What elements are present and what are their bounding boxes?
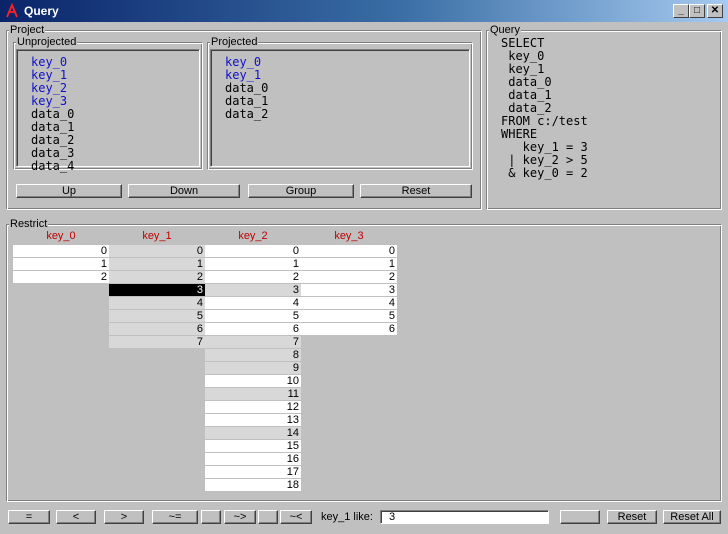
value-cell[interactable]: 1: [205, 258, 301, 271]
value-cell[interactable]: 4: [301, 297, 397, 310]
like-label: key_1 like:: [321, 511, 373, 523]
like-input[interactable]: 3: [380, 510, 549, 524]
column-header-key_3[interactable]: key_3: [301, 230, 397, 242]
list-item[interactable]: data_2: [225, 108, 268, 121]
app-icon: [6, 3, 18, 18]
down-button[interactable]: Down: [128, 184, 240, 198]
operator-button[interactable]: =: [8, 510, 50, 524]
up-button[interactable]: Up: [16, 184, 122, 198]
window-title: Query: [24, 4, 59, 18]
operator-button[interactable]: >: [104, 510, 144, 524]
operator-button[interactable]: [258, 510, 278, 524]
restrict-group-label: Restrict: [9, 218, 49, 230]
value-cell[interactable]: 15: [205, 440, 301, 453]
column-header-key_1[interactable]: key_1: [109, 230, 205, 242]
projected-group: Projected key_0 key_1 data_0 data_1 data_2: [207, 36, 473, 170]
value-cell[interactable]: 0: [301, 245, 397, 258]
value-cell[interactable]: 2: [301, 271, 397, 284]
value-cell[interactable]: 4: [109, 297, 205, 310]
operator-button[interactable]: ~<: [280, 510, 312, 524]
value-cell[interactable]: 3: [109, 284, 205, 297]
projected-label: Projected: [210, 36, 259, 48]
value-cell[interactable]: 6: [301, 323, 397, 336]
blank-button[interactable]: [560, 510, 600, 524]
value-cell[interactable]: 7: [109, 336, 205, 349]
project-group: Project Unprojected key_0 key_1 key_2 key_3…: [6, 24, 482, 210]
value-cell[interactable]: 11: [205, 388, 301, 401]
value-cell[interactable]: 4: [205, 297, 301, 310]
value-cell[interactable]: 2: [13, 271, 109, 284]
project-group-label: Project: [9, 24, 46, 36]
column-header-key_0[interactable]: key_0: [13, 230, 109, 242]
value-cell[interactable]: 18: [205, 479, 301, 492]
projected-list[interactable]: key_0 key_1 data_0 data_1 data_2: [210, 49, 470, 167]
reset-all-button[interactable]: Reset All: [663, 510, 721, 524]
operator-button[interactable]: <: [56, 510, 96, 524]
maximize-button[interactable]: □: [689, 4, 705, 18]
maximize-icon: □: [693, 5, 701, 16]
value-cell[interactable]: 16: [205, 453, 301, 466]
value-cell[interactable]: 2: [205, 271, 301, 284]
value-cell[interactable]: 0: [109, 245, 205, 258]
value-cell[interactable]: 6: [205, 323, 301, 336]
query-line: & key_0 = 2: [501, 166, 588, 180]
group-button[interactable]: Group: [248, 184, 354, 198]
value-cell[interactable]: 5: [301, 310, 397, 323]
value-cell[interactable]: 8: [205, 349, 301, 362]
operator-button[interactable]: [201, 510, 221, 524]
value-cell[interactable]: 0: [205, 245, 301, 258]
close-icon: ✕: [710, 5, 720, 16]
close-button[interactable]: ✕: [707, 4, 723, 18]
value-cell[interactable]: 13: [205, 414, 301, 427]
value-cell[interactable]: 1: [109, 258, 205, 271]
unprojected-group: Unprojected key_0 key_1 key_2 key_3 data_0 da…: [13, 36, 203, 173]
value-cell[interactable]: 3: [301, 284, 397, 297]
value-cell[interactable]: 9: [205, 362, 301, 375]
list-item[interactable]: data_4: [31, 160, 74, 173]
minimize-button[interactable]: _: [673, 4, 689, 18]
minimize-icon: _: [678, 5, 684, 16]
value-cell[interactable]: 3: [205, 284, 301, 297]
column-header-key_2[interactable]: key_2: [205, 230, 301, 242]
project-reset-button[interactable]: Reset: [360, 184, 472, 198]
value-cell[interactable]: 17: [205, 466, 301, 479]
value-cell[interactable]: 12: [205, 401, 301, 414]
query-group-label: Query: [489, 24, 521, 36]
value-cell[interactable]: 14: [205, 427, 301, 440]
value-cell[interactable]: 5: [205, 310, 301, 323]
value-cell[interactable]: 6: [109, 323, 205, 336]
unprojected-label: Unprojected: [16, 36, 78, 48]
operator-button[interactable]: ~>: [224, 510, 256, 524]
value-cell[interactable]: 10: [205, 375, 301, 388]
value-cell[interactable]: 0: [13, 245, 109, 258]
value-cell[interactable]: 7: [205, 336, 301, 349]
value-cell[interactable]: 2: [109, 271, 205, 284]
value-cell[interactable]: 5: [109, 310, 205, 323]
operator-button[interactable]: ~=: [152, 510, 198, 524]
title-bar[interactable]: Query _ □ ✕: [0, 0, 728, 22]
unprojected-list[interactable]: key_0 key_1 key_2 key_3 data_0 data_1 data_2 da…: [16, 49, 200, 173]
value-cell[interactable]: 1: [301, 258, 397, 271]
value-cell[interactable]: 1: [13, 258, 109, 271]
restrict-reset-button[interactable]: Reset: [607, 510, 657, 524]
query-group: Query SELECT key_0 key_1 data_0 data_1 d…: [486, 24, 722, 210]
